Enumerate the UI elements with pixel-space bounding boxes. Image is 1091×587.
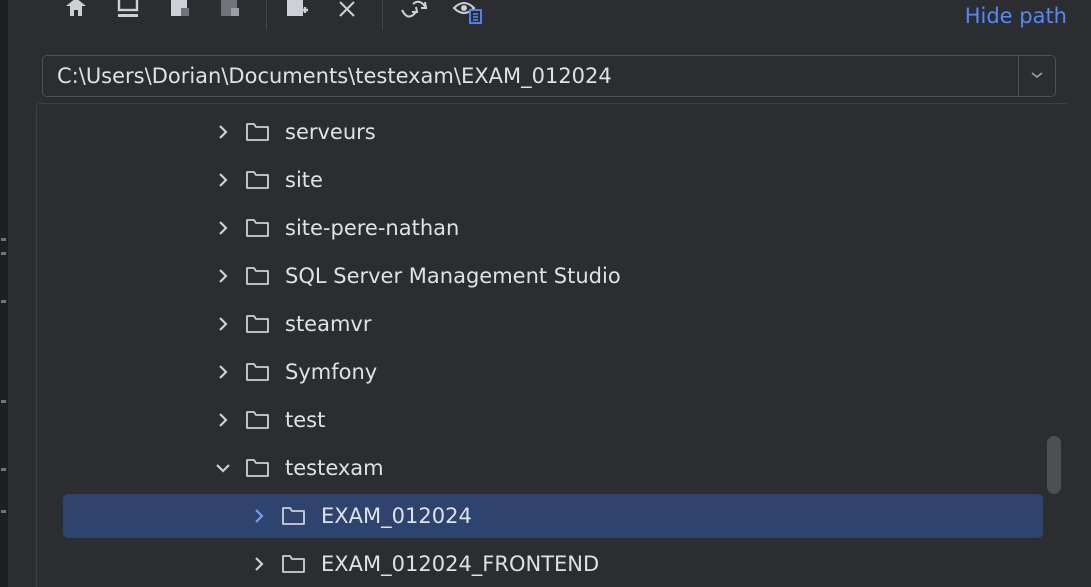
folder-icon [281,553,307,575]
new-folder-icon[interactable] [284,0,310,28]
tree-item[interactable]: site [37,158,1067,202]
tree-item-label: site [285,168,323,192]
folder-icon [245,313,271,335]
tree-item[interactable]: steamvr [37,302,1067,346]
tree-scrollbar-thumb[interactable] [1047,436,1061,494]
chevron-right-icon[interactable] [214,267,232,285]
folder-icon [245,217,271,239]
tree-item[interactable]: SQL Server Management Studio [37,254,1067,298]
folder-icon [245,457,271,479]
chevron-right-icon[interactable] [214,411,232,429]
toolbar-separator [382,0,383,30]
show-hidden-icon[interactable] [452,0,486,28]
tree-item-label: serveurs [285,120,376,144]
chevron-down-icon [1030,67,1044,85]
tree-item-label: Symfony [285,360,378,384]
file-chooser-panel: Hide path serveurs site site-pere-nathan SQ… [0,0,1091,587]
edge-marker [1,238,6,241]
folder-icon [245,361,271,383]
chevron-right-icon[interactable] [214,315,232,333]
module-folder-icon[interactable] [218,0,242,28]
edge-marker [1,468,6,471]
chevron-right-icon[interactable] [214,123,232,141]
delete-icon[interactable] [336,0,360,28]
home-icon[interactable] [64,0,88,28]
edge-marker [1,300,6,303]
tree-item[interactable]: Symfony [37,350,1067,394]
tree-item[interactable]: test [37,398,1067,442]
chevron-down-icon[interactable] [214,459,232,477]
tree-item[interactable]: testexam [37,446,1067,490]
tree-item[interactable]: serveurs [37,110,1067,154]
folder-icon [281,505,307,527]
folder-icon [245,121,271,143]
tree-item-label: test [285,408,326,432]
tree-item[interactable]: EXAM_012024_FRONTEND [37,542,1067,586]
chevron-right-icon[interactable] [214,171,232,189]
tree-item-label: steamvr [285,312,372,336]
edge-marker [1,252,6,255]
tree-item-label: EXAM_012024_FRONTEND [321,552,600,576]
chevron-right-icon[interactable] [250,555,268,573]
path-combobox [42,55,1056,97]
hide-path-link[interactable]: Hide path [965,2,1067,30]
tree-item[interactable]: EXAM_012024 [37,494,1067,538]
folder-icon [245,265,271,287]
directory-tree: serveurs site site-pere-nathan SQL Server M… [36,103,1067,587]
chevron-right-icon[interactable] [214,219,232,237]
toolbar-separator [266,0,267,30]
selection-highlight [63,494,1043,538]
edge-marker [1,400,6,403]
refresh-icon[interactable] [398,0,430,28]
editor-edge-strip [0,0,8,587]
tree-item-label: testexam [285,456,384,480]
folder-icon [245,409,271,431]
tree-item[interactable]: site-pere-nathan [37,206,1067,250]
folder-icon [245,169,271,191]
tree-item-label: site-pere-nathan [285,216,460,240]
tree-item-label: EXAM_012024 [321,504,472,528]
desktop-icon[interactable] [116,0,140,28]
file-chooser-toolbar [60,0,1091,34]
project-folder-icon[interactable] [168,0,192,28]
path-dropdown-button[interactable] [1019,56,1055,96]
tree-item-label: SQL Server Management Studio [285,264,621,288]
chevron-right-icon[interactable] [214,363,232,381]
path-input[interactable] [43,56,1009,96]
chevron-right-icon[interactable] [250,507,268,525]
edge-marker [1,510,6,513]
